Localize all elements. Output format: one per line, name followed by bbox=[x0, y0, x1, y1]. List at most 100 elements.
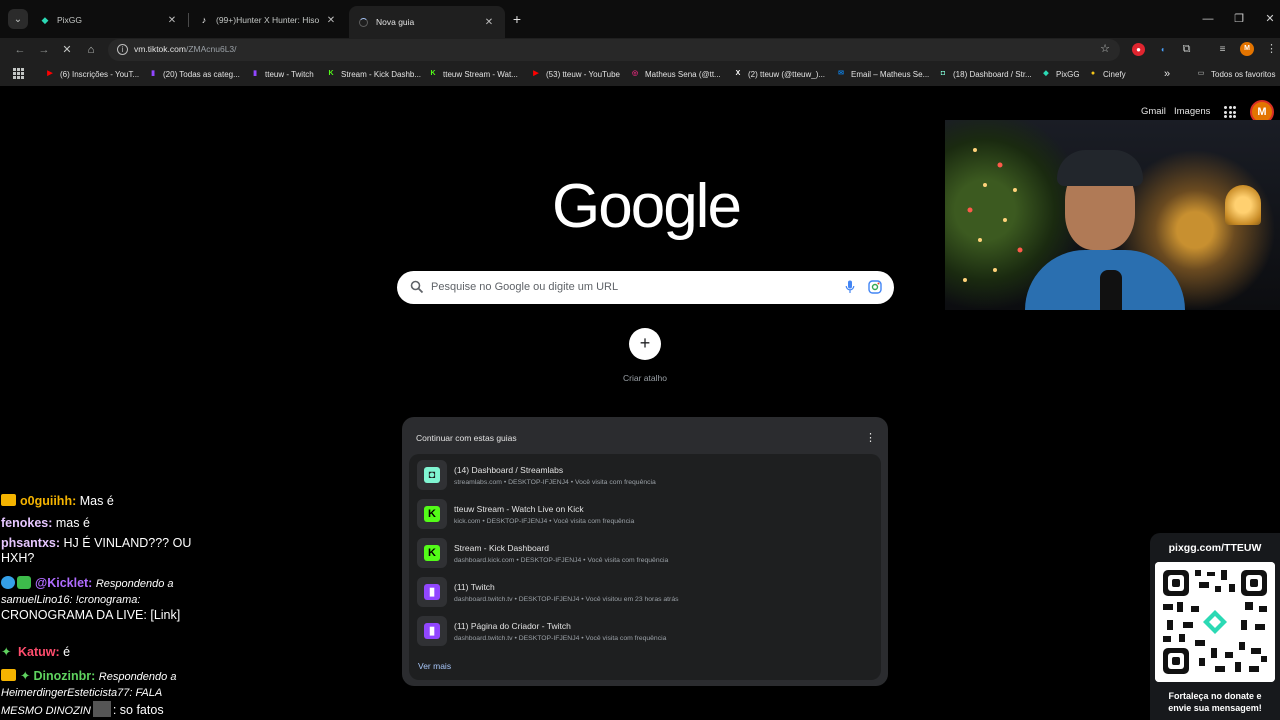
bookmark-item[interactable]: ● Cinefy bbox=[1088, 68, 1126, 80]
google-logo: Google bbox=[552, 172, 742, 241]
tab-resume-meta: dashboard.twitch.tv • DESKTOP-IFJENJ4 • … bbox=[454, 635, 667, 642]
tab-title: Nova guia bbox=[376, 17, 415, 27]
chat-username: Dinozinbr: bbox=[33, 669, 96, 683]
url-host: vm.tiktok.com bbox=[134, 44, 186, 54]
bookmark-star-icon[interactable]: ☆ bbox=[1100, 42, 1110, 55]
bookmark-label: Matheus Sena (@tt... bbox=[645, 69, 721, 79]
close-icon[interactable]: ✕ bbox=[166, 15, 178, 26]
bookmark-label: Cinefy bbox=[1103, 69, 1126, 79]
google-apps-icon[interactable] bbox=[1224, 106, 1236, 118]
cinefy-icon: ● bbox=[1090, 70, 1096, 77]
see-more-link[interactable]: Ver mais bbox=[418, 661, 451, 671]
menu-kebab-icon[interactable]: ⋮ bbox=[1265, 43, 1278, 56]
extension-audio-icon[interactable]: ◖ bbox=[1156, 43, 1169, 56]
bookmark-item[interactable]: ▶ (6) Inscrições - YouT... bbox=[45, 68, 139, 80]
bookmark-item[interactable]: ▮ (20) Todas as categ... bbox=[148, 68, 240, 80]
chat-message: @Kicklet: Respondendo a samuelLino16: !c… bbox=[1, 576, 200, 623]
robot-badge-icon bbox=[1, 576, 15, 589]
bookmark-item[interactable]: Ktteuw Stream - Wat... bbox=[428, 68, 518, 80]
tab-resume-meta: dashboard.twitch.tv • DESKTOP-IFJENJ4 • … bbox=[454, 596, 679, 603]
site-info-icon[interactable]: i bbox=[117, 44, 128, 55]
toolbar: ← → ✕ ⌂ i vm.tiktok.com/ZMAcnu6L3/ ☆ ● ◖… bbox=[0, 38, 1280, 62]
all-bookmarks-label: Todos os favoritos bbox=[1211, 69, 1276, 79]
bookmark-label: tteuw Stream - Wat... bbox=[443, 69, 518, 79]
extension-red-icon[interactable]: ● bbox=[1132, 43, 1145, 56]
close-icon[interactable]: ✕ bbox=[325, 15, 337, 26]
bookmark-label: (6) Inscrições - YouT... bbox=[60, 69, 140, 79]
folder-icon: ▭ bbox=[1197, 70, 1205, 77]
lamp bbox=[1225, 185, 1261, 225]
forward-button[interactable]: → bbox=[36, 42, 52, 58]
address-bar[interactable]: i vm.tiktok.com/ZMAcnu6L3/ ☆ bbox=[108, 39, 1120, 61]
chat-text: Mas é bbox=[79, 494, 114, 508]
microphone-icon[interactable] bbox=[845, 280, 855, 294]
card-title: Continuar com estas guias bbox=[416, 433, 517, 443]
bookmark-item[interactable]: ▶ (53) tteuw - YouTube bbox=[531, 68, 620, 80]
tab-resume-item[interactable]: K Stream - Kick Dashboard dashboard.kick… bbox=[413, 534, 877, 572]
add-shortcut-button[interactable]: + Criar atalho bbox=[618, 326, 672, 383]
extensions-puzzle-icon[interactable]: ⧉ bbox=[1180, 43, 1193, 56]
url-text[interactable]: vm.tiktok.com/ZMAcnu6L3/ bbox=[134, 44, 237, 54]
bookmark-item[interactable]: ◎ Matheus Sena (@tt... bbox=[630, 68, 721, 80]
chat-username: o0guiihh: bbox=[20, 494, 77, 508]
bookmark-item[interactable]: K Stream - Kick Dashb... bbox=[326, 68, 421, 80]
bookmark-item[interactable]: ◆ PixGG bbox=[1041, 68, 1079, 80]
pixgg-icon: ◆ bbox=[1043, 70, 1049, 77]
close-icon[interactable]: ✕ bbox=[483, 17, 495, 28]
chat-username: fenokes: bbox=[1, 516, 53, 530]
bookmark-item[interactable]: X (2) tteuw (@tteuw_)... bbox=[733, 68, 825, 80]
google-lens-icon[interactable] bbox=[868, 280, 882, 294]
streamlabs-icon: ◘ bbox=[417, 460, 447, 490]
all-bookmarks-button[interactable]: ▭ Todos os favoritos bbox=[1196, 68, 1276, 80]
new-tab-button[interactable]: + bbox=[509, 11, 525, 27]
chat-message: ✦ Dinozinbr: Respondendo a HeimerdingerEs… bbox=[1, 669, 200, 719]
search-input[interactable]: Pesquise no Google ou digite um URL bbox=[397, 271, 894, 304]
search-placeholder: Pesquise no Google ou digite um URL bbox=[431, 281, 619, 293]
apps-grid-icon[interactable] bbox=[13, 68, 24, 79]
minimize-button[interactable]: — bbox=[1199, 11, 1217, 27]
card-menu-icon[interactable]: ⋮ bbox=[865, 431, 876, 444]
bookmarks-overflow-button[interactable]: » bbox=[1164, 68, 1170, 80]
tab-resume-item[interactable]: ▮ (11) Página do Criador - Twitch dashbo… bbox=[413, 612, 877, 650]
streamer-cap bbox=[1057, 150, 1143, 186]
bookmark-item[interactable]: ▮ tteuw - Twitch bbox=[250, 68, 314, 80]
tab-search-button[interactable]: ⌄ bbox=[8, 9, 28, 29]
bookmarks-bar: ▶ (6) Inscrições - YouT... ▮ (20) Todas as … bbox=[0, 62, 1280, 86]
verified-badge-icon bbox=[17, 576, 31, 589]
tab-pixgg[interactable]: ◆ PixGG ✕ bbox=[30, 6, 188, 34]
tab-resume-meta: streamlabs.com • DESKTOP-IFJENJ4 • Você … bbox=[454, 479, 656, 486]
tab-resume-item[interactable]: ◘ (14) Dashboard / Streamlabs streamlabs… bbox=[413, 456, 877, 494]
youtube-icon: ▶ bbox=[47, 70, 53, 77]
chat-message: fenokes: mas é bbox=[1, 516, 200, 531]
sparkle-badge-icon: ✦ bbox=[1, 645, 12, 659]
tab-strip: ⌄ ◆ PixGG ✕ ♪ (99+)Hunter X Hunter: Hiso… bbox=[0, 0, 1280, 38]
webcam-overlay bbox=[945, 120, 1280, 310]
tab-resume-title: (11) Página do Criador - Twitch bbox=[454, 621, 571, 631]
stop-loading-button[interactable]: ✕ bbox=[59, 42, 75, 58]
bookmark-item[interactable]: ✉ Email – Matheus Se... bbox=[836, 68, 929, 80]
close-window-button[interactable]: ✕ bbox=[1261, 11, 1279, 27]
tab-hunter-x-hunter[interactable]: ♪ (99+)Hunter X Hunter: Hisoka ( ✕ bbox=[189, 6, 347, 34]
media-controls-icon[interactable]: ≡ bbox=[1216, 43, 1229, 56]
streamlabs-icon: ◘ bbox=[940, 70, 946, 77]
crown-badge-icon bbox=[1, 494, 16, 506]
gmail-link[interactable]: Gmail bbox=[1141, 106, 1166, 117]
tab-nova-guia[interactable]: Nova guia ✕ bbox=[349, 6, 505, 38]
profile-avatar[interactable]: M bbox=[1240, 42, 1254, 56]
chat-text: mas é bbox=[55, 516, 90, 530]
christmas-tree-lights bbox=[963, 148, 1023, 282]
tab-resume-item[interactable]: K tteuw Stream - Watch Live on Kick kick… bbox=[413, 495, 877, 533]
home-button[interactable]: ⌂ bbox=[83, 42, 99, 58]
tab-resume-item[interactable]: ▮ (11) Twitch dashboard.twitch.tv • DESK… bbox=[413, 573, 877, 611]
qr-caption-line: envie sua mensagem! bbox=[1168, 703, 1262, 713]
tab-list: ◘ (14) Dashboard / Streamlabs streamlabs… bbox=[409, 454, 881, 680]
x-icon: X bbox=[735, 70, 741, 77]
pixgg-icon: ◆ bbox=[41, 15, 49, 25]
images-link[interactable]: Imagens bbox=[1174, 106, 1210, 117]
continue-tabs-card: Continuar com estas guias ⋮ ◘ (14) Dashb… bbox=[402, 417, 888, 686]
bookmark-label: (18) Dashboard / Str... bbox=[953, 69, 1032, 79]
restore-button[interactable]: ❐ bbox=[1230, 11, 1248, 27]
back-button[interactable]: ← bbox=[12, 42, 28, 58]
bookmark-item[interactable]: ◘ (18) Dashboard / Str... bbox=[938, 68, 1032, 80]
crown-badge-icon bbox=[1, 669, 16, 681]
